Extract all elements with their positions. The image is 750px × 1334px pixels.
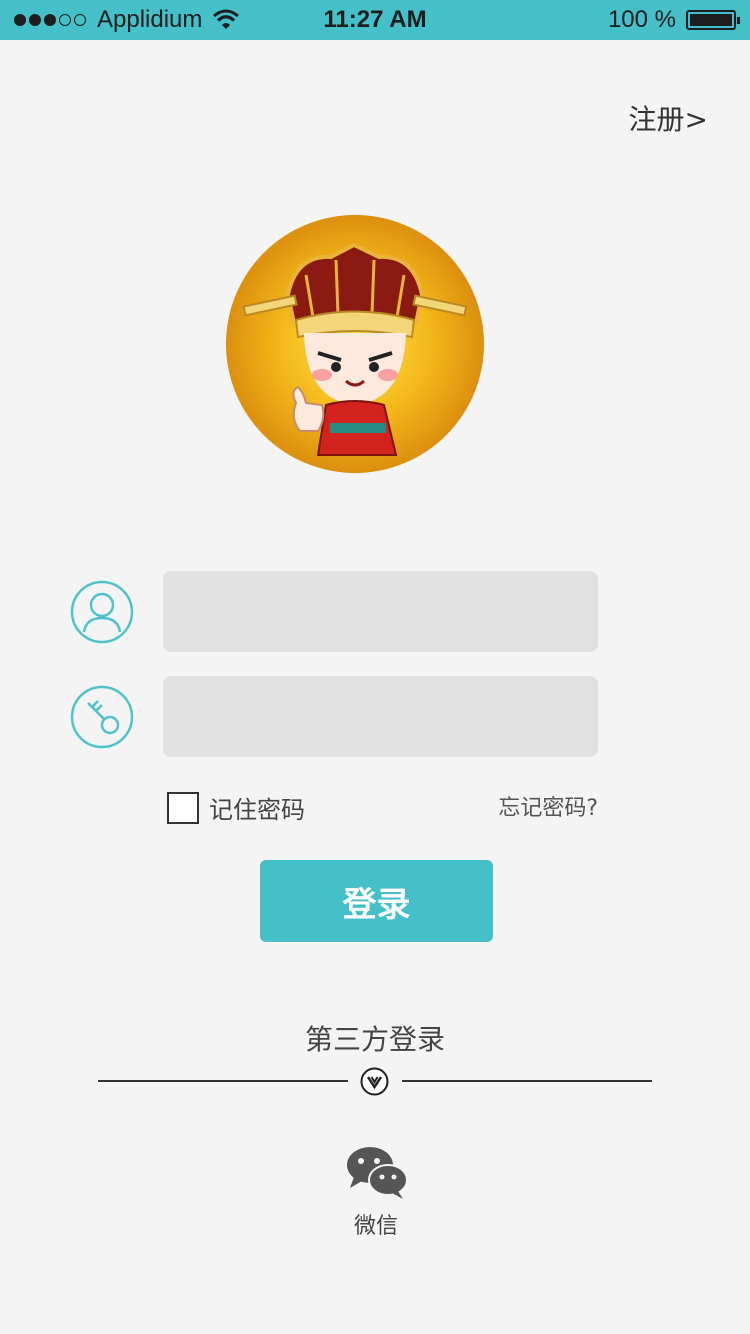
remember-password-label: 记住密码 (209, 796, 305, 824)
key-icon (70, 685, 134, 749)
avatar (226, 215, 484, 473)
remember-checkbox[interactable] (167, 791, 199, 824)
password-row (0, 676, 750, 758)
wechat-label: 微信 (353, 1214, 398, 1239)
password-input[interactable] (163, 676, 598, 757)
status-bar: Applidium 11:27 AM 100 % (0, 0, 750, 40)
login-button[interactable]: 登录 (260, 860, 493, 942)
third-party-login-title: 第三方登录 (304, 1023, 445, 1056)
chevron-down-icon[interactable] (360, 1067, 389, 1096)
mascot-illustration (242, 242, 468, 456)
battery-percentage: 100 % (607, 6, 676, 33)
username-row (0, 571, 750, 653)
wechat-login-button[interactable]: 微信 (326, 1142, 426, 1242)
divider-right (402, 1080, 652, 1082)
status-right: 100 % (607, 6, 740, 34)
wechat-icon (347, 1147, 408, 1199)
username-input[interactable] (163, 571, 598, 652)
forgot-password-link[interactable]: 忘记密码? (498, 790, 598, 822)
divider-left (98, 1080, 348, 1082)
register-link[interactable]: 注册> (629, 98, 708, 138)
remember-password-toggle[interactable]: 记住密码 (167, 790, 305, 825)
user-icon (70, 580, 134, 644)
battery-icon (686, 10, 740, 30)
